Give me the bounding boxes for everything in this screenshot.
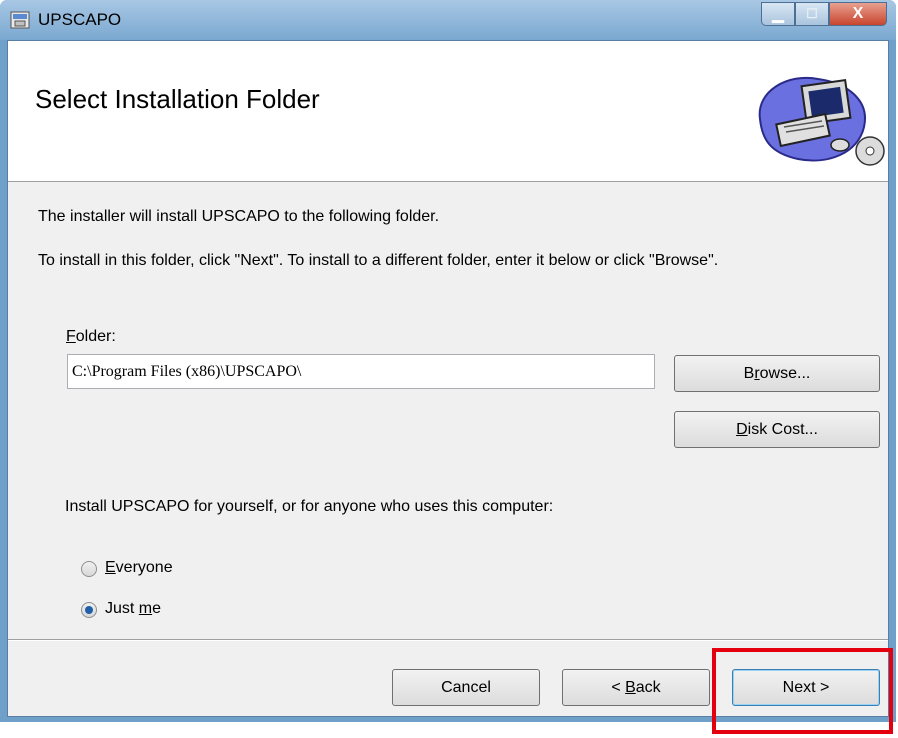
minimize-icon: ▁ [772,6,784,23]
installer-app-icon [10,11,30,29]
back-button[interactable]: < Back [562,669,710,706]
minimize-button[interactable]: ▁ [761,2,795,26]
footer-separator [8,639,888,641]
next-button-highlight [712,648,893,734]
maximize-button[interactable]: ☐ [795,2,829,26]
browse-button-label: Browse... [743,364,811,382]
close-icon: X [852,5,864,22]
cancel-button[interactable]: Cancel [392,669,540,706]
back-button-label: < Back [611,678,661,696]
disk-cost-button-label: Disk Cost... [736,420,818,438]
window-title: UPSCAPO [38,10,122,29]
radio-just-me-label[interactable]: Just me [105,600,161,618]
radio-selected-dot [85,606,93,614]
install-scope-text: Install UPSCAPO for yourself, or for any… [65,498,554,515]
maximize-icon: ☐ [806,6,818,21]
computer-cd-icon [758,76,885,166]
instructions-text: To install in this folder, click "Next".… [38,252,719,269]
radio-everyone[interactable] [81,561,97,577]
radio-everyone-label[interactable]: Everyone [105,559,173,577]
radio-just-me[interactable] [81,602,97,618]
disk-cost-button[interactable]: Disk Cost... [674,411,880,448]
dialog-client-area: Select Installation Folder The installer… [7,40,889,717]
folder-label: Folder: [66,328,116,345]
browse-button[interactable]: Browse... [674,355,880,392]
intro-text: The installer will install UPSCAPO to th… [38,208,440,225]
title-bar[interactable]: UPSCAPO ▁ ☐ X [0,0,896,40]
folder-path-input[interactable] [67,354,655,389]
close-button[interactable]: X [829,2,887,26]
header-banner: Select Installation Folder [8,41,888,182]
installer-window: UPSCAPO ▁ ☐ X Select Installation Folder [0,0,896,722]
page-title: Select Installation Folder [35,84,320,114]
